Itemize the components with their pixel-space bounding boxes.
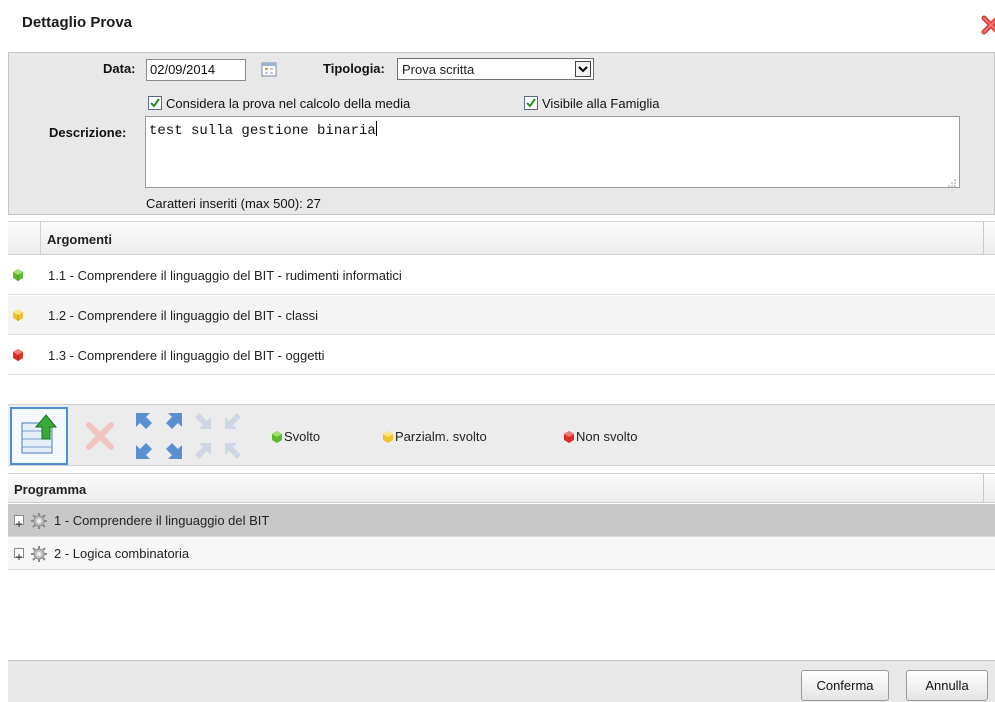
status-red-icon	[562, 430, 576, 444]
tree-item[interactable]: 2 - Logica combinatoria	[8, 537, 995, 570]
delete-button[interactable]	[71, 407, 129, 465]
legend-non-svolto: Non svolto	[562, 429, 637, 444]
type-select[interactable]: Prova scritta	[397, 58, 594, 80]
description-text: test sulla gestione binaria	[149, 123, 376, 139]
conferma-button[interactable]: Conferma	[801, 670, 889, 701]
expand-arrows-icon	[136, 413, 182, 459]
legend-non-svolto-label: Non svolto	[576, 429, 638, 444]
dialog-title: Dettaglio Prova	[22, 14, 133, 31]
import-button[interactable]	[10, 407, 68, 465]
status-yellow-icon	[381, 430, 395, 444]
import-arrow-icon	[21, 414, 58, 454]
description-textarea[interactable]: test sulla gestione binaria	[145, 116, 960, 188]
annulla-button[interactable]: Annulla	[906, 670, 988, 701]
status-green-icon	[270, 430, 284, 444]
type-label: Tipologia:	[323, 61, 385, 76]
toolbar: Svolto Parzialm. svolto Non svolto	[8, 404, 995, 466]
char-count: Caratteri inseriti (max 500): 27	[146, 196, 321, 211]
argomento-row[interactable]: 1.3 - Comprendere il linguaggio del BIT …	[8, 336, 995, 375]
legend-svolto-label: Svolto	[284, 429, 321, 444]
media-checkbox[interactable]	[148, 96, 162, 110]
argomento-text: 1.1 - Comprendere il linguaggio del BIT …	[48, 268, 402, 283]
description-label: Descrizione:	[49, 125, 127, 140]
tree-item[interactable]: 1 - Comprendere il linguaggio del BIT	[8, 504, 995, 537]
status-green-icon	[11, 268, 25, 282]
gear-icon	[30, 512, 48, 530]
collapse-all-button[interactable]	[189, 407, 247, 465]
dialog-footer: Conferma Annulla	[8, 660, 995, 702]
resize-grip-icon[interactable]	[948, 176, 956, 187]
collapse-arrows-icon	[195, 413, 241, 459]
famiglia-checkbox[interactable]	[524, 96, 538, 110]
date-input[interactable]: 02/09/2014	[146, 59, 246, 81]
prova-form: Data: 02/09/2014 Tipologia: Prova scritt…	[8, 52, 995, 215]
calendar-icon[interactable]	[261, 61, 277, 77]
argomento-row[interactable]: 1.1 - Comprendere il linguaggio del BIT …	[8, 256, 995, 295]
status-red-icon	[11, 348, 25, 362]
type-select-value: Prova scritta	[402, 62, 475, 77]
legend-parzialm-svolto: Parzialm. svolto	[381, 429, 487, 444]
dialog-titlebar: Dettaglio Prova	[8, 0, 995, 52]
tree-item-label: 2 - Logica combinatoria	[54, 546, 190, 561]
tree-item-label: 1 - Comprendere il linguaggio del BIT	[54, 513, 270, 528]
delete-x-icon	[86, 422, 114, 450]
status-yellow-icon	[11, 308, 25, 322]
programma-header-label: Programma	[14, 482, 87, 497]
argomento-row[interactable]: 1.2 - Comprendere il linguaggio del BIT …	[8, 296, 995, 335]
expand-plus-icon[interactable]	[14, 548, 24, 560]
dettaglio-prova-dialog: Dettaglio Prova Data: 02/09/2014 Tipolog…	[8, 0, 995, 702]
argomento-text: 1.2 - Comprendere il linguaggio del BIT …	[48, 308, 319, 323]
close-icon[interactable]	[981, 14, 995, 36]
famiglia-checkbox-label: Visibile alla Famiglia	[542, 96, 660, 111]
argomenti-header: Argomenti	[8, 221, 995, 255]
gear-icon	[30, 545, 48, 563]
legend-parzialm-label: Parzialm. svolto	[395, 429, 487, 444]
media-checkbox-label: Considera la prova nel calcolo della med…	[166, 96, 411, 111]
date-label: Data:	[103, 61, 136, 76]
expand-all-button[interactable]	[130, 407, 188, 465]
programma-header: Programma	[8, 473, 995, 503]
argomento-text: 1.3 - Comprendere il linguaggio del BIT …	[48, 348, 325, 363]
legend-svolto: Svolto	[270, 429, 320, 444]
argomenti-header-label: Argomenti	[47, 232, 112, 247]
expand-plus-icon[interactable]	[14, 515, 24, 527]
chevron-down-icon[interactable]	[575, 61, 591, 77]
